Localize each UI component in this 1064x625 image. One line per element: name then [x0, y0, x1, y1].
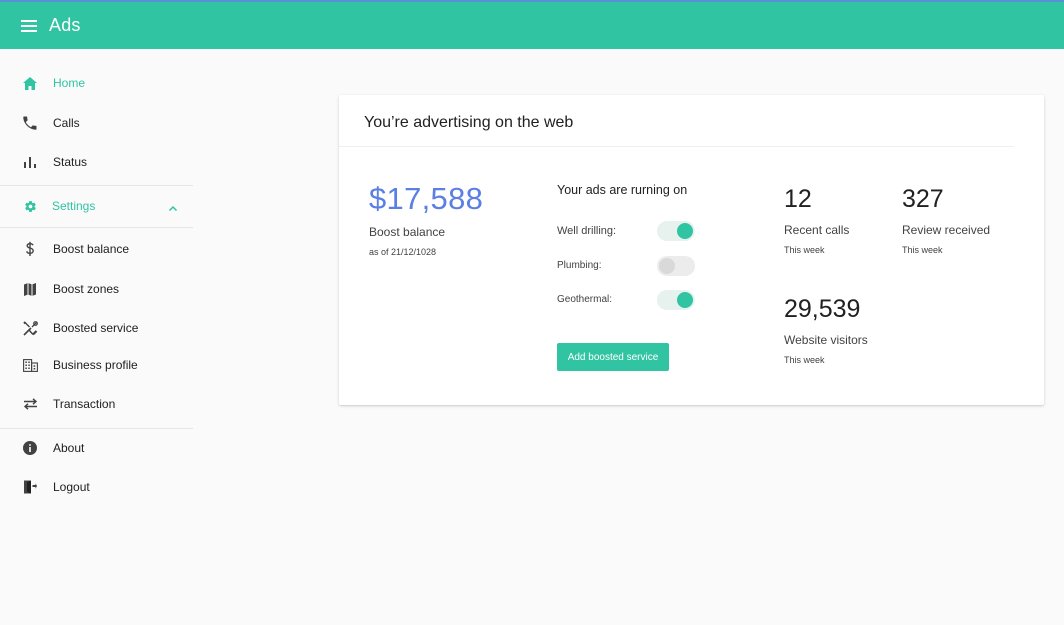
sidebar-item-settings[interactable]: Settings [0, 189, 193, 223]
sidebar-item-label: Business profile [53, 358, 138, 372]
website-visitors-label: Website visitors [784, 333, 868, 347]
sidebar-item-status[interactable]: Status [0, 145, 193, 179]
boost-balance-amount: $17,588 [369, 181, 484, 216]
sidebar-item-label: Boost zones [53, 282, 120, 296]
sidebar-item-label: Home [53, 76, 86, 90]
ads-running-title: Your ads are rurning on [557, 183, 688, 197]
recent-calls-value: 12 [784, 185, 812, 213]
website-visitors-value: 29,539 [784, 295, 861, 323]
sidebar-item-transaction[interactable]: Transaction [0, 387, 193, 421]
menu-icon[interactable] [21, 19, 37, 32]
gear-icon [22, 198, 38, 214]
sidebar-item-label: Settings [52, 199, 96, 213]
card-divider [339, 146, 1014, 147]
sidebar-item-boost-balance[interactable]: Boost balance [0, 232, 193, 266]
sidebar-item-label: Calls [53, 116, 80, 130]
swap-icon [22, 396, 38, 412]
home-icon [22, 75, 38, 91]
sidebar-item-about[interactable]: About [0, 431, 193, 465]
sidebar-divider [0, 185, 193, 186]
reviews-period: This week [902, 245, 943, 255]
toggle-label-plumbing: Plumbing: [557, 260, 602, 271]
sidebar-item-label: Transaction [53, 397, 116, 411]
chevron-up-icon[interactable] [168, 201, 178, 212]
website-visitors-period: This week [784, 355, 825, 365]
sidebar-item-logout[interactable]: Logout [0, 470, 193, 504]
sidebar-item-boost-zones[interactable]: Boost zones [0, 272, 193, 306]
sidebar-item-label: About [53, 441, 85, 455]
building-icon [22, 357, 38, 373]
sidebar-divider [0, 227, 193, 228]
geothermal-toggle[interactable] [657, 290, 695, 310]
app-title: Ads [49, 15, 81, 35]
reviews-value: 327 [902, 185, 944, 213]
add-boosted-service-button[interactable]: Add boosted service [557, 343, 669, 371]
phone-icon [22, 115, 38, 131]
sidebar: Home Calls Status Settings Boost balance [0, 49, 193, 625]
dollar-icon [22, 241, 38, 257]
recent-calls-label: Recent calls [784, 223, 850, 237]
reviews-label: Review received [902, 223, 991, 237]
toggle-label-well-drilling: Well drilling: [557, 225, 617, 237]
boost-balance-label: Boost balance [369, 225, 446, 239]
toggle-knob [677, 223, 693, 239]
toggle-label-geothermal: Geothermal: [557, 294, 613, 305]
sidebar-item-calls[interactable]: Calls [0, 106, 193, 140]
app-bar: Ads [0, 0, 1064, 49]
tools-icon [22, 320, 38, 336]
toggle-knob [659, 258, 675, 274]
boost-balance-date: as of 21/12/1028 [369, 247, 437, 257]
advertising-card: You’re advertising on the web $17,588 Bo… [339, 95, 1044, 405]
plumbing-toggle[interactable] [657, 256, 695, 276]
info-icon [22, 440, 38, 456]
well-drilling-toggle[interactable] [657, 221, 695, 241]
card-title: You’re advertising on the web [364, 114, 574, 131]
toggle-knob [677, 292, 693, 308]
sidebar-item-label: Boosted service [53, 321, 139, 335]
sidebar-item-label: Boost balance [53, 242, 130, 256]
bar-chart-icon [22, 154, 38, 170]
sidebar-item-label: Status [53, 155, 88, 169]
sidebar-item-boosted-service[interactable]: Boosted service [0, 311, 193, 345]
map-icon [22, 281, 38, 297]
sidebar-item-label: Logout [53, 480, 90, 494]
recent-calls-period: This week [784, 245, 825, 255]
logout-icon [22, 479, 38, 495]
sidebar-item-business-profile[interactable]: Business profile [0, 348, 193, 382]
sidebar-divider [0, 428, 193, 429]
sidebar-item-home[interactable]: Home [0, 66, 193, 100]
